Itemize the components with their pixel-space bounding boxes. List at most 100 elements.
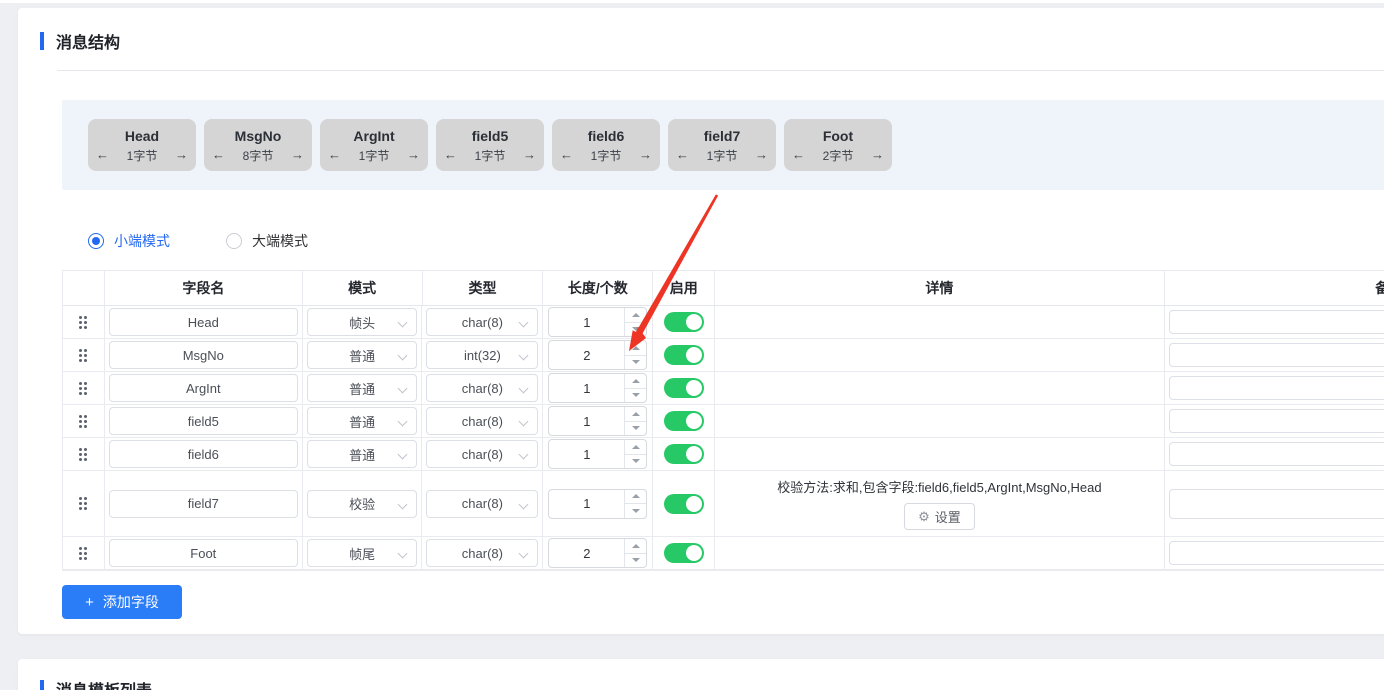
drag-handle-icon[interactable] — [79, 415, 87, 428]
remark-input[interactable] — [1169, 409, 1384, 433]
increment-button[interactable] — [625, 490, 646, 505]
arrow-left-icon: ← — [96, 149, 109, 161]
increment-button[interactable] — [625, 308, 646, 323]
radio-little-endian[interactable]: 小端模式 — [88, 231, 170, 251]
header-type: 类型 — [423, 271, 544, 305]
enable-toggle[interactable] — [664, 378, 704, 398]
arrow-right-icon: → — [175, 149, 188, 161]
enable-toggle[interactable] — [664, 444, 704, 464]
mode-select[interactable]: 校验 — [307, 490, 418, 518]
message-template-card: 消息模板列表 — [18, 659, 1384, 690]
type-select[interactable]: char(8) — [426, 440, 538, 468]
length-input[interactable] — [548, 439, 647, 469]
type-select[interactable]: char(8) — [426, 374, 538, 402]
length-input[interactable] — [548, 538, 647, 568]
table-row: 帧头 char(8) — [63, 306, 1384, 339]
decrement-button[interactable] — [625, 323, 646, 337]
length-input[interactable] — [548, 406, 647, 436]
decrement-button[interactable] — [625, 554, 646, 568]
detail-cell — [715, 372, 1164, 404]
type-select[interactable]: char(8) — [426, 407, 538, 435]
decrement-button[interactable] — [625, 356, 646, 370]
mode-select[interactable]: 帧尾 — [307, 539, 418, 567]
arrow-left-icon: ← — [444, 149, 457, 161]
mode-select[interactable]: 普通 — [307, 407, 418, 435]
remark-input[interactable] — [1169, 489, 1384, 519]
drag-handle-icon[interactable] — [79, 448, 87, 461]
field-box-name: field7 — [668, 127, 776, 145]
radio-big-endian[interactable]: 大端模式 — [226, 231, 308, 251]
chevron-down-icon — [398, 450, 408, 460]
field-name-input[interactable] — [109, 490, 298, 518]
chevron-down-icon — [519, 417, 529, 427]
detail-cell — [715, 537, 1164, 569]
type-select[interactable]: char(8) — [426, 539, 538, 567]
byte-layout-panel: Head ← 1字节 → MsgNo ← 8字节 → ArgInt ← — [62, 100, 1384, 190]
increment-button[interactable] — [625, 374, 646, 389]
diagram-field-argint: ArgInt ← 1字节 → — [320, 119, 428, 171]
field-box-size: 2字节 — [823, 147, 854, 164]
remark-input[interactable] — [1169, 442, 1384, 466]
diagram-field-field6: field6 ← 1字节 → — [552, 119, 660, 171]
radio-label: 小端模式 — [114, 231, 170, 251]
remark-input[interactable] — [1169, 376, 1384, 400]
table-row: 普通 char(8) — [63, 405, 1384, 438]
increment-button[interactable] — [625, 341, 646, 356]
drag-handle-icon[interactable] — [79, 316, 87, 329]
remark-input[interactable] — [1169, 310, 1384, 334]
chevron-down-icon — [519, 549, 529, 559]
mode-select[interactable]: 普通 — [307, 374, 418, 402]
length-input[interactable] — [548, 373, 647, 403]
field-box-size: 8字节 — [243, 147, 274, 164]
enable-toggle[interactable] — [664, 494, 704, 514]
field-box-size: 1字节 — [475, 147, 506, 164]
field-box-name: MsgNo — [204, 127, 312, 145]
drag-handle-icon[interactable] — [79, 349, 87, 362]
drag-handle-icon[interactable] — [79, 547, 87, 560]
type-select[interactable]: int(32) — [426, 341, 538, 369]
arrow-right-icon: → — [291, 149, 304, 161]
table-row: 普通 char(8) — [63, 372, 1384, 405]
decrement-button[interactable] — [625, 389, 646, 403]
field-name-input[interactable] — [109, 341, 298, 369]
decrement-button[interactable] — [625, 422, 646, 436]
diagram-field-foot: Foot ← 2字节 → — [784, 119, 892, 171]
remark-input[interactable] — [1169, 541, 1384, 565]
mode-select[interactable]: 普通 — [307, 341, 418, 369]
detail-cell: 校验方法:求和,包含字段:field6,field5,ArgInt,MsgNo,… — [715, 471, 1164, 536]
field-name-input[interactable] — [109, 308, 298, 336]
mode-select[interactable]: 普通 — [307, 440, 418, 468]
decrement-button[interactable] — [625, 504, 646, 518]
length-input[interactable] — [548, 307, 647, 337]
add-field-button[interactable]: + 添加字段 — [62, 585, 182, 619]
field-name-input[interactable] — [109, 374, 298, 402]
table-header-row: 字段名 模式 类型 长度/个数 启用 详情 备注 — [63, 271, 1384, 306]
mode-select[interactable]: 帧头 — [307, 308, 418, 336]
increment-button[interactable] — [625, 539, 646, 554]
chevron-down-icon — [398, 417, 408, 427]
field-box-size: 1字节 — [591, 147, 622, 164]
field-name-input[interactable] — [109, 440, 298, 468]
drag-handle-icon[interactable] — [79, 497, 87, 510]
settings-button[interactable]: ⚙ 设置 — [904, 503, 975, 530]
field-name-input[interactable] — [109, 407, 298, 435]
enable-toggle[interactable] — [664, 543, 704, 563]
type-select[interactable]: char(8) — [426, 490, 538, 518]
chevron-down-icon — [398, 351, 408, 361]
checksum-detail-text: 校验方法:求和,包含字段:field6,field5,ArgInt,MsgNo,… — [777, 477, 1101, 496]
decrement-button[interactable] — [625, 455, 646, 469]
increment-button[interactable] — [625, 407, 646, 422]
type-select[interactable]: char(8) — [426, 308, 538, 336]
table-row: 普通 int(32) — [63, 339, 1384, 372]
enable-toggle[interactable] — [664, 312, 704, 332]
increment-button[interactable] — [625, 440, 646, 455]
detail-cell — [715, 405, 1164, 437]
drag-handle-icon[interactable] — [79, 382, 87, 395]
remark-input[interactable] — [1169, 343, 1384, 367]
enable-toggle[interactable] — [664, 411, 704, 431]
enable-toggle[interactable] — [664, 345, 704, 365]
field-name-input[interactable] — [109, 539, 298, 567]
length-input[interactable] — [548, 489, 647, 519]
arrow-right-icon: → — [755, 149, 768, 161]
length-input[interactable] — [548, 340, 647, 370]
